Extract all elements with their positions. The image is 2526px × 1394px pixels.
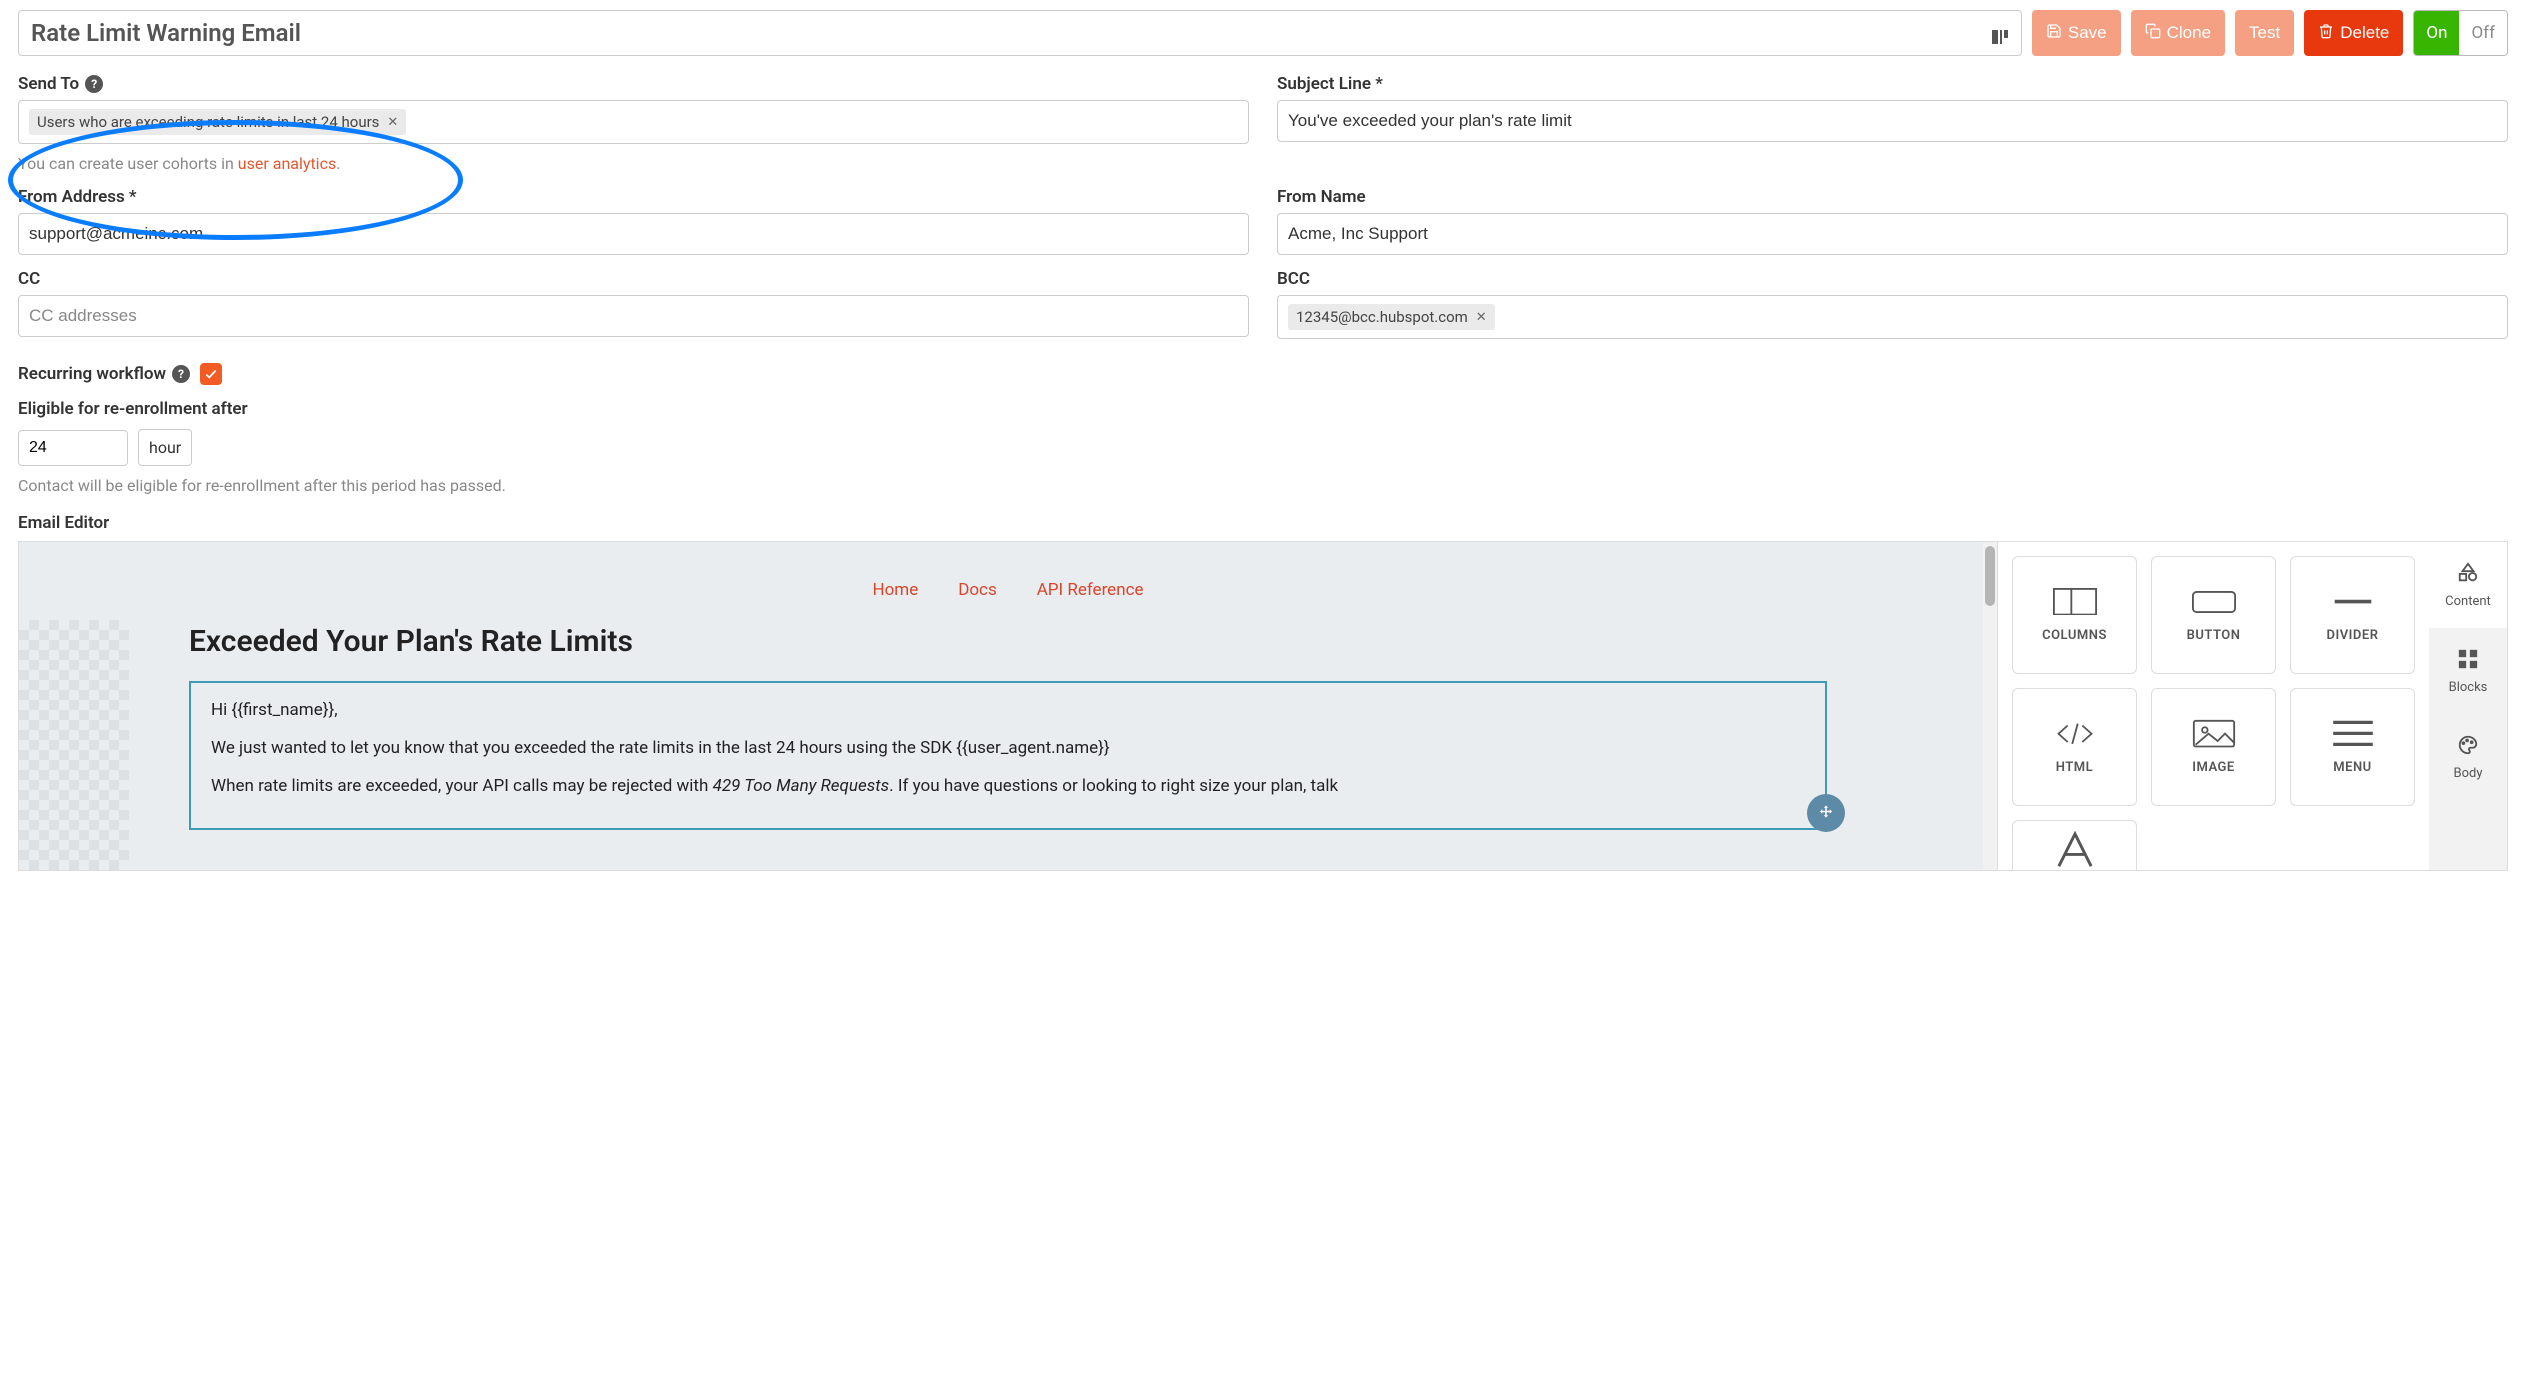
divider-icon <box>2331 588 2375 616</box>
tile-extra[interactable] <box>2012 820 2137 871</box>
bcc-label: BCC <box>1277 269 2508 289</box>
bcc-chip[interactable]: 12345@bcc.hubspot.com ✕ <box>1288 304 1495 330</box>
title-bar-icon <box>1991 24 2009 42</box>
recurring-checkbox[interactable] <box>200 363 222 385</box>
from-address-input[interactable] <box>18 213 1249 255</box>
user-analytics-link[interactable]: user analytics <box>238 154 336 173</box>
cc-label: CC <box>18 269 1249 289</box>
tile-html[interactable]: HTML <box>2012 688 2137 806</box>
tab-content[interactable]: Content <box>2429 542 2507 628</box>
nav-docs-link[interactable]: Docs <box>958 580 997 600</box>
scroll-thumb[interactable] <box>1985 546 1995 606</box>
image-icon <box>2192 720 2236 748</box>
from-name-input[interactable] <box>1277 213 2508 255</box>
email-nav: Home Docs API Reference <box>129 570 1887 624</box>
trash-icon <box>2318 23 2334 44</box>
canvas-scrollbar[interactable] <box>1983 542 1997 870</box>
subject-label: Subject Line * <box>1277 74 2508 94</box>
button-icon <box>2192 588 2236 616</box>
text-icon <box>2053 840 2097 860</box>
cohort-chip[interactable]: Users who are exceeding rate limits in l… <box>29 109 406 135</box>
tile-button[interactable]: BUTTON <box>2151 556 2276 674</box>
reenroll-value-input[interactable] <box>18 430 128 466</box>
email-paragraph-2: When rate limits are exceeded, your API … <box>211 775 1805 799</box>
nav-home-link[interactable]: Home <box>872 580 918 600</box>
shapes-icon <box>2457 562 2479 588</box>
send-to-input[interactable]: Users who are exceeding rate limits in l… <box>18 100 1249 144</box>
tab-blocks[interactable]: Blocks <box>2429 628 2507 714</box>
clone-icon <box>2145 23 2161 44</box>
reenroll-hint: Contact will be eligible for re-enrollme… <box>18 476 2508 495</box>
tile-divider[interactable]: DIVIDER <box>2290 556 2415 674</box>
workflow-title-input[interactable]: Rate Limit Warning Email <box>18 10 2022 56</box>
tab-body[interactable]: Body <box>2429 714 2507 800</box>
delete-button[interactable]: Delete <box>2304 10 2403 56</box>
email-heading[interactable]: Exceeded Your Plan's Rate Limits <box>189 624 1827 659</box>
save-icon <box>2046 23 2062 44</box>
help-icon[interactable]: ? <box>85 75 103 93</box>
email-greeting: Hi {{first_name}}, <box>211 699 1805 723</box>
help-icon[interactable]: ? <box>172 365 190 383</box>
from-address-label: From Address * <box>18 187 1249 207</box>
columns-icon <box>2053 588 2097 616</box>
tile-menu[interactable]: MENU <box>2290 688 2415 806</box>
save-button[interactable]: Save <box>2032 10 2121 56</box>
test-button[interactable]: Test <box>2235 10 2294 56</box>
cc-input[interactable] <box>18 295 1249 337</box>
email-paragraph-1: We just wanted to let you know that you … <box>211 737 1805 761</box>
email-canvas[interactable]: Home Docs API Reference Exceeded Your Pl… <box>19 542 1997 870</box>
tile-image[interactable]: IMAGE <box>2151 688 2276 806</box>
reenroll-label: Eligible for re-enrollment after <box>18 399 2508 419</box>
email-editor-label: Email Editor <box>18 513 2508 533</box>
email-body-block[interactable]: Hi {{first_name}}, We just wanted to let… <box>189 681 1827 830</box>
close-icon[interactable]: ✕ <box>387 115 398 130</box>
tile-columns[interactable]: COLUMNS <box>2012 556 2137 674</box>
toggle-off[interactable]: Off <box>2459 11 2507 55</box>
send-to-hint: You can create user cohorts in user anal… <box>18 154 1249 173</box>
block-drag-handle[interactable] <box>1807 794 1845 832</box>
clone-button[interactable]: Clone <box>2131 10 2225 56</box>
from-name-label: From Name <box>1277 187 2508 207</box>
grid-icon <box>2457 648 2479 674</box>
toggle-on[interactable]: On <box>2414 11 2459 55</box>
transparency-grid <box>19 620 129 870</box>
editor-sidebar: COLUMNS BUTTON DIVIDER HTML IMAGE <box>1997 542 2507 870</box>
nav-api-link[interactable]: API Reference <box>1037 580 1144 600</box>
email-editor-frame: Home Docs API Reference Exceeded Your Pl… <box>18 541 2508 871</box>
reenroll-unit-select[interactable]: hour <box>138 429 192 466</box>
subject-input[interactable] <box>1277 100 2508 142</box>
workflow-title-text: Rate Limit Warning Email <box>31 19 301 47</box>
send-to-label: Send To ? <box>18 74 1249 94</box>
close-icon[interactable]: ✕ <box>1476 310 1487 325</box>
menu-icon <box>2331 720 2375 748</box>
palette-icon <box>2457 734 2479 760</box>
html-icon <box>2053 720 2097 748</box>
bcc-input[interactable]: 12345@bcc.hubspot.com ✕ <box>1277 295 2508 339</box>
recurring-label: Recurring workflow ? <box>18 364 190 384</box>
on-off-toggle[interactable]: On Off <box>2413 10 2508 56</box>
